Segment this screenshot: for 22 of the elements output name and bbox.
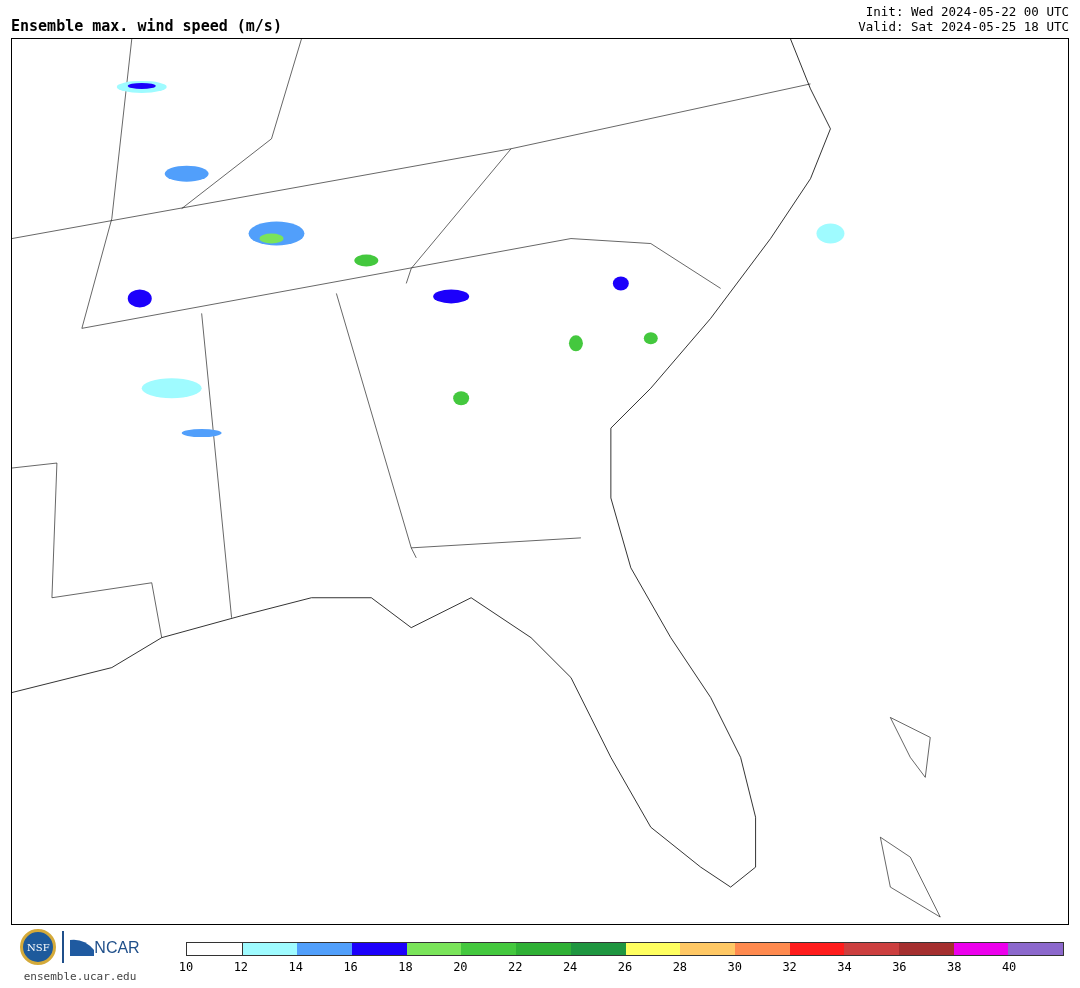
scale-tick-label: 36 bbox=[892, 961, 907, 973]
scale-tick-label: 26 bbox=[617, 961, 633, 973]
ncar-logo: NCAR bbox=[70, 938, 140, 956]
scale-tick-label: 10 bbox=[178, 961, 194, 973]
website-url: ensemble.ucar.edu bbox=[23, 969, 137, 985]
scale-tick-label: 12 bbox=[233, 961, 249, 973]
nsf-logo: NSF bbox=[20, 929, 57, 965]
scale-tick-label: 22 bbox=[508, 961, 523, 973]
scale-tick-label: 38 bbox=[947, 961, 962, 973]
scale-tick-label: 14 bbox=[288, 961, 303, 973]
scale-tick-label: 16 bbox=[343, 961, 358, 973]
scale-tick-label: 30 bbox=[727, 961, 742, 973]
scale-tick-label: 28 bbox=[672, 961, 688, 973]
chart-title: Ensemble max. wind speed (m/s) bbox=[11, 19, 282, 34]
init-time: Init: Wed 2024-05-22 00 UTC bbox=[865, 4, 1069, 19]
scale-tick-label: 32 bbox=[782, 961, 797, 973]
scale-tick-label: 20 bbox=[453, 961, 468, 973]
valid-time: Valid: Sat 2024-05-25 18 UTC bbox=[858, 19, 1069, 34]
scale-tick-label: 18 bbox=[398, 961, 413, 973]
scale-tick-label: 34 bbox=[837, 961, 852, 973]
scale-tick-label: 24 bbox=[562, 961, 578, 973]
scale-tick-label: 40 bbox=[1001, 961, 1017, 973]
